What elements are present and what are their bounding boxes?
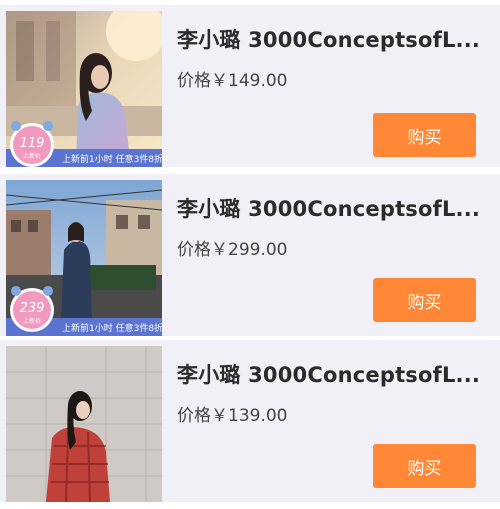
promo-banner-text: 上新前1小时 任意3件8折: [62, 322, 162, 334]
product-image[interactable]: [6, 346, 162, 502]
badge-subtitle: 上新价: [23, 152, 41, 160]
badge-price: 239: [20, 301, 45, 316]
product-price: 价格￥149.00: [177, 71, 288, 91]
buy-button[interactable]: 购买: [373, 113, 476, 157]
product-price: 价格￥299.00: [177, 240, 288, 260]
buy-button[interactable]: 购买: [373, 444, 476, 488]
product-photo: [6, 346, 162, 502]
product-title[interactable]: 李小璐 3000ConceptsofL...: [177, 359, 487, 389]
product-photo: 上新前1小时 任意3件8折 119 上新价: [6, 11, 162, 167]
badge-subtitle: 上新价: [23, 317, 41, 325]
buy-button[interactable]: 购买: [373, 278, 476, 322]
product-title[interactable]: 李小璐 3000ConceptsofL...: [177, 193, 487, 223]
product-title[interactable]: 李小璐 3000ConceptsofL...: [177, 24, 487, 54]
product-photo: 上新前1小时 任意3件8折 239 上新价: [6, 180, 162, 336]
product-card[interactable]: 上新前1小时 任意3件8折 239 上新价 李小璐 3000Conceptsof…: [0, 174, 500, 336]
product-list: 上新前1小时 任意3件8折 119 上新价 李小璐 3000Conceptsof…: [0, 0, 500, 509]
promo-banner-text: 上新前1小时 任意3件8折: [62, 153, 162, 165]
product-image[interactable]: 上新前1小时 任意3件8折 119 上新价: [6, 11, 162, 167]
product-image[interactable]: 上新前1小时 任意3件8折 239 上新价: [6, 180, 162, 336]
badge-price: 119: [20, 136, 45, 151]
product-price: 价格￥139.00: [177, 406, 288, 426]
product-card[interactable]: 上新前1小时 任意3件8折 119 上新价 李小璐 3000Conceptsof…: [0, 5, 500, 167]
product-card[interactable]: 李小璐 3000ConceptsofL... 价格￥139.00 购买: [0, 340, 500, 502]
